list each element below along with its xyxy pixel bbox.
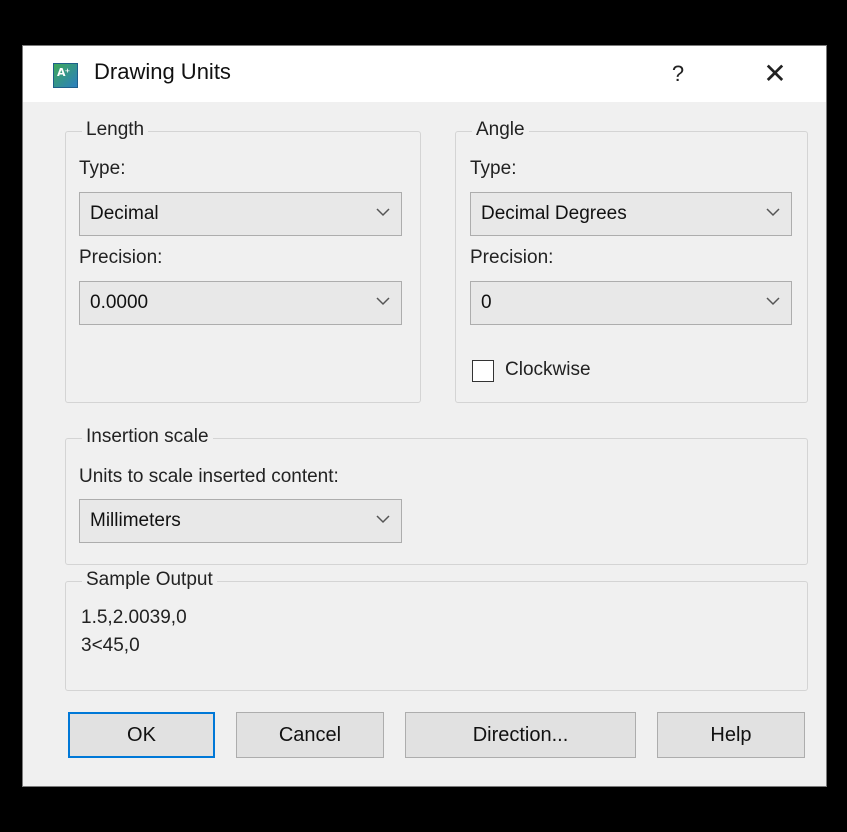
clockwise-checkbox[interactable]: [472, 360, 494, 382]
chevron-down-icon: [766, 208, 780, 217]
angle-type-label: Type:: [470, 158, 517, 179]
sample-output-legend: Sample Output: [82, 569, 217, 591]
clockwise-label[interactable]: Clockwise: [505, 359, 591, 381]
length-type-value: Decimal: [90, 203, 159, 224]
angle-type-select[interactable]: Decimal Degrees: [470, 192, 792, 236]
close-button[interactable]: ✕: [755, 54, 795, 94]
insertion-units-select[interactable]: Millimeters: [79, 499, 402, 543]
angle-legend: Angle: [472, 119, 529, 141]
length-precision-label: Precision:: [79, 247, 163, 268]
length-precision-value: 0.0000: [90, 292, 149, 313]
length-precision-select[interactable]: 0.0000: [79, 281, 402, 325]
sample-output-line-1: 1.5,2.0039,0: [81, 607, 187, 628]
drawing-units-dialog: A⁺ Drawing Units ? ✕ Length Type: Decima…: [22, 45, 827, 787]
ok-button[interactable]: OK: [68, 712, 215, 758]
length-type-label: Type:: [79, 158, 126, 179]
sample-output-group: Sample Output: [65, 569, 808, 691]
insertion-scale-legend: Insertion scale: [82, 426, 213, 448]
length-type-select[interactable]: Decimal: [79, 192, 402, 236]
chevron-down-icon: [376, 297, 390, 306]
insertion-units-value: Millimeters: [90, 510, 181, 531]
sample-output-line-2: 3<45,0: [81, 635, 140, 656]
length-legend: Length: [82, 119, 149, 141]
chevron-down-icon: [376, 208, 390, 217]
title-bar: A⁺ Drawing Units ? ✕: [23, 46, 826, 102]
help-question-button[interactable]: ?: [663, 54, 693, 94]
app-icon: A⁺: [53, 63, 78, 88]
chevron-down-icon: [376, 515, 390, 524]
angle-precision-value: 0: [481, 292, 492, 313]
direction-button[interactable]: Direction...: [405, 712, 636, 758]
help-button[interactable]: Help: [657, 712, 805, 758]
angle-precision-label: Precision:: [470, 247, 554, 268]
chevron-down-icon: [766, 297, 780, 306]
angle-type-value: Decimal Degrees: [481, 203, 627, 224]
cancel-button[interactable]: Cancel: [236, 712, 384, 758]
dialog-title: Drawing Units: [94, 59, 231, 84]
angle-precision-select[interactable]: 0: [470, 281, 792, 325]
insertion-units-label: Units to scale inserted content:: [79, 466, 339, 487]
